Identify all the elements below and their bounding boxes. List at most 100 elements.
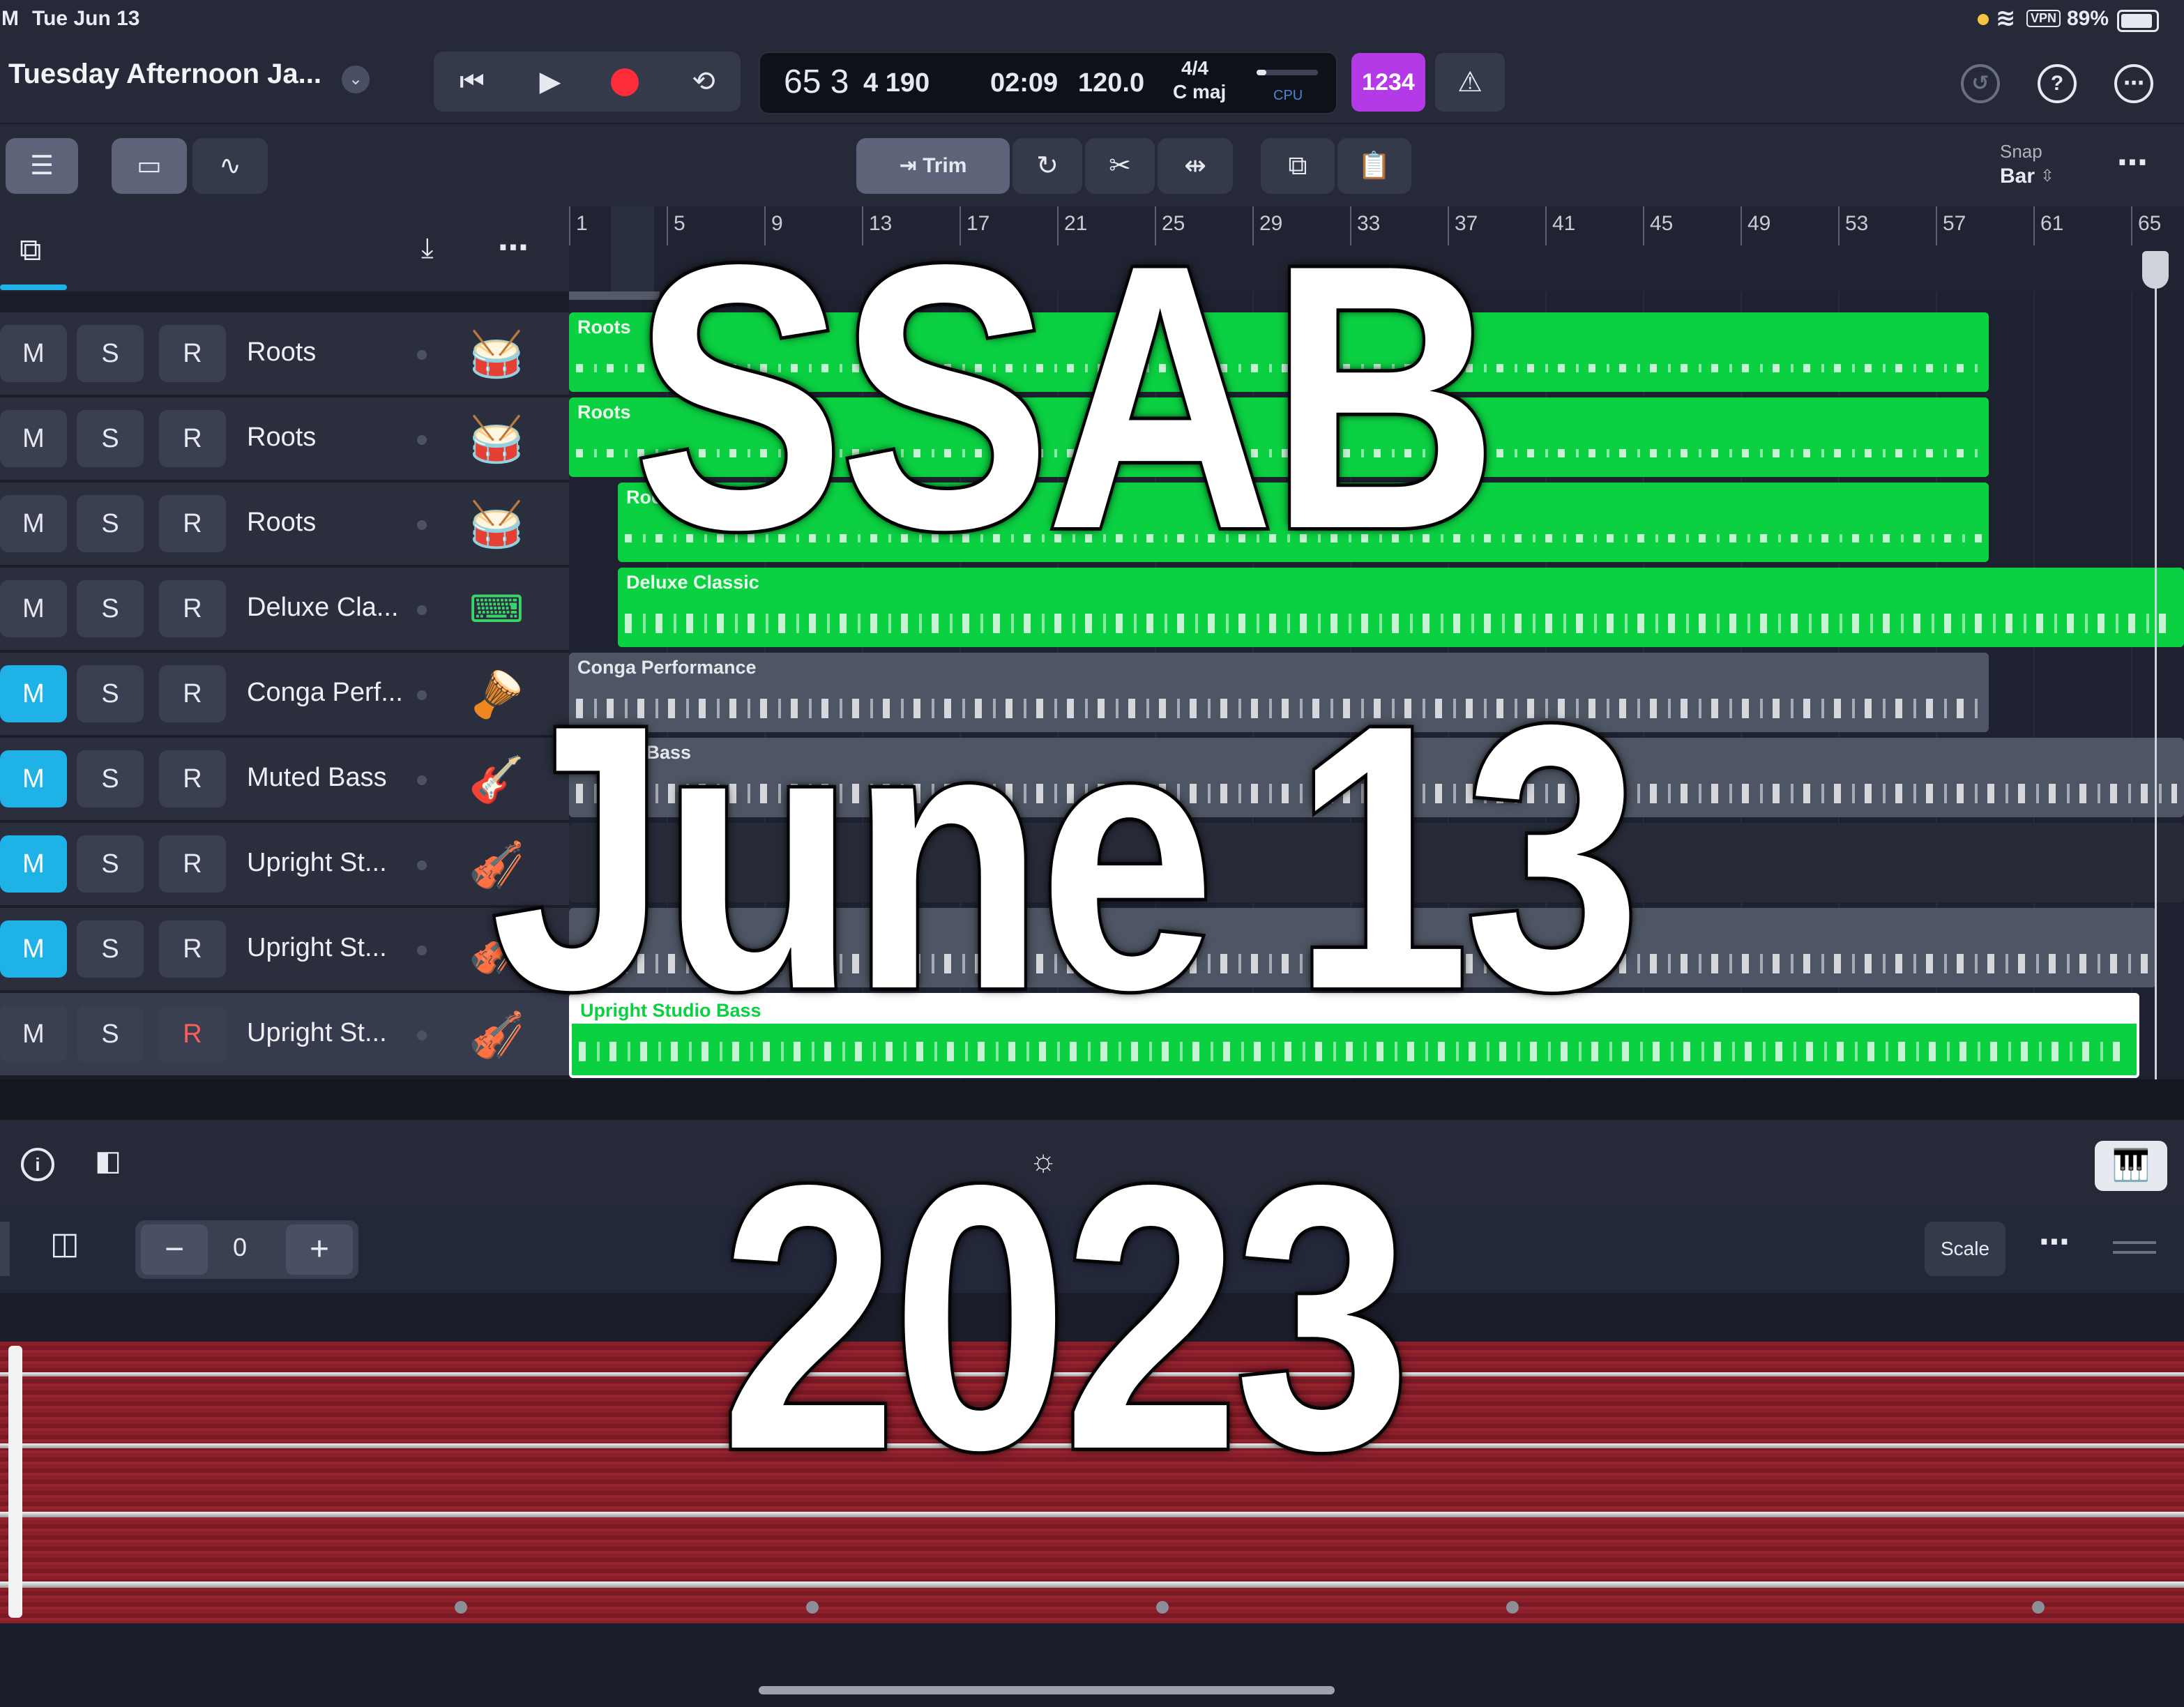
drum-kit-icon: 🥁	[469, 329, 524, 379]
track-header[interactable]: M S R Roots 🥁	[0, 312, 569, 397]
bar-number: 61	[2040, 212, 2064, 235]
scroll-peek-mute	[0, 284, 67, 290]
minus-button[interactable]: −	[141, 1224, 208, 1275]
fret-marker	[455, 1601, 467, 1614]
cycle-button[interactable]: ⟲	[674, 52, 734, 112]
record-enable-button[interactable]: R	[159, 325, 226, 382]
undo-icon[interactable]: ↺	[1961, 64, 2000, 103]
play-button[interactable]: ▶	[520, 52, 580, 112]
track-header[interactable]: M S R Roots 🥁	[0, 397, 569, 483]
paste-icon[interactable]: 📋	[1337, 138, 1411, 194]
track-activity-dot	[417, 520, 427, 530]
more-options-icon[interactable]: ⋯	[2114, 64, 2153, 103]
track-name: Roots	[247, 337, 317, 367]
transpose-stepper[interactable]: − 0 +	[135, 1220, 358, 1279]
bar-number: 53	[1845, 212, 1869, 235]
track-activity-dot	[417, 690, 427, 700]
drag-handle-bottom[interactable]	[2113, 1251, 2156, 1254]
record-enable-button[interactable]: R	[159, 1006, 226, 1063]
fret-marker	[806, 1601, 819, 1614]
import-icon[interactable]: ⤓	[421, 233, 434, 264]
mute-button[interactable]: M	[0, 665, 67, 722]
project-title[interactable]: Tuesday Afternoon Ja...	[8, 59, 321, 90]
record-enable-button[interactable]: R	[159, 750, 226, 807]
track-header[interactable]: M S R Deluxe Cla... ⌨	[0, 568, 569, 653]
overlay-date: June 13	[488, 647, 1644, 1068]
solo-button[interactable]: S	[77, 750, 144, 807]
lcd-time: 02:09	[990, 68, 1059, 98]
snap-label: Snap	[2000, 141, 2042, 162]
info-icon[interactable]: i	[21, 1148, 54, 1181]
editor-more-icon[interactable]: ⋯	[2039, 1224, 2070, 1260]
overlay-title: SSAB	[630, 187, 1501, 607]
split-tool-icon[interactable]: ✂	[1085, 138, 1155, 194]
mute-button[interactable]: M	[0, 325, 67, 382]
record-enable-button[interactable]: R	[159, 665, 226, 722]
record-button[interactable]	[611, 68, 639, 96]
mute-button[interactable]: M	[0, 580, 67, 637]
record-enable-button[interactable]: R	[159, 920, 226, 978]
solo-button[interactable]: S	[77, 665, 144, 722]
track-name: Upright St...	[247, 848, 387, 877]
metronome-icon[interactable]: ⚠	[1435, 53, 1505, 112]
scale-button[interactable]: Scale	[1925, 1222, 2005, 1276]
help-icon[interactable]: ?	[2038, 64, 2077, 103]
trim-button[interactable]: ⇥ Trim	[856, 138, 1010, 194]
solo-button[interactable]: S	[77, 325, 144, 382]
mute-button[interactable]: M	[0, 1006, 67, 1063]
bottom-area	[0, 1623, 2184, 1707]
loop-tool-icon[interactable]: ↻	[1013, 138, 1082, 194]
bar-number: 45	[1650, 212, 1674, 235]
bar-number: 41	[1552, 212, 1576, 235]
string[interactable]	[0, 1581, 2184, 1588]
snap-value[interactable]: Bar	[2000, 165, 2035, 188]
track-name: Roots	[247, 508, 317, 537]
trim-label: Trim	[923, 154, 967, 177]
keyboard-toggle-icon[interactable]: 🎹	[2095, 1141, 2167, 1191]
snap-chevron-icon[interactable]: ⇳	[2040, 166, 2054, 186]
home-indicator[interactable]	[759, 1686, 1335, 1694]
mute-button[interactable]: M	[0, 835, 67, 893]
solo-button[interactable]: S	[77, 495, 144, 552]
playhead-handle[interactable]	[2142, 251, 2169, 289]
go-to-beginning-button[interactable]: ⏮	[442, 52, 502, 112]
toolbar-more-icon[interactable]: ⋯	[2117, 145, 2148, 181]
record-enable-button[interactable]: R	[159, 835, 226, 893]
playhead[interactable]	[2155, 252, 2157, 1079]
tracks-view-button[interactable]: ☰	[6, 138, 78, 194]
count-in-button[interactable]: 1234	[1351, 53, 1425, 112]
add-track-icon[interactable]: ⧉	[20, 233, 41, 268]
solo-button[interactable]: S	[77, 835, 144, 893]
plus-button[interactable]: +	[286, 1224, 353, 1275]
status-left-fragment: M	[1, 7, 19, 30]
sidebar-icon[interactable]: ◫	[50, 1226, 79, 1261]
mute-button[interactable]: M	[0, 750, 67, 807]
mute-button[interactable]: M	[0, 920, 67, 978]
record-enable-button[interactable]: R	[159, 495, 226, 552]
copy-icon[interactable]: ⧉	[1261, 138, 1335, 194]
track-header[interactable]: M S R Roots 🥁	[0, 483, 569, 568]
track-activity-dot	[417, 860, 427, 870]
solo-button[interactable]: S	[77, 1006, 144, 1063]
edge-button[interactable]	[0, 1222, 10, 1276]
keyboard-icon: ⌨	[469, 589, 524, 630]
join-tool-icon[interactable]: ⇹	[1158, 138, 1233, 194]
fret-marker	[1506, 1601, 1519, 1614]
track-header-more-icon[interactable]: ⋯	[498, 230, 529, 266]
track-activity-dot	[417, 605, 427, 615]
solo-button[interactable]: S	[77, 580, 144, 637]
lcd-display[interactable]: 65 3 4 190 02:09 120.0 4/4 C maj CPU	[759, 52, 1337, 114]
record-enable-button[interactable]: R	[159, 410, 226, 467]
mute-button[interactable]: M	[0, 495, 67, 552]
mute-button[interactable]: M	[0, 410, 67, 467]
lcd-time-signature: 4/4	[1181, 57, 1208, 79]
inspector-icon[interactable]: ◧	[95, 1145, 121, 1177]
solo-button[interactable]: S	[77, 920, 144, 978]
region-view-button[interactable]: ▭	[112, 138, 187, 194]
transpose-value: 0	[233, 1233, 248, 1261]
chevron-down-icon[interactable]: ⌄	[342, 66, 370, 93]
solo-button[interactable]: S	[77, 410, 144, 467]
record-enable-button[interactable]: R	[159, 580, 226, 637]
automation-button[interactable]: ∿	[192, 138, 268, 194]
drag-handle-top[interactable]	[2113, 1241, 2156, 1244]
